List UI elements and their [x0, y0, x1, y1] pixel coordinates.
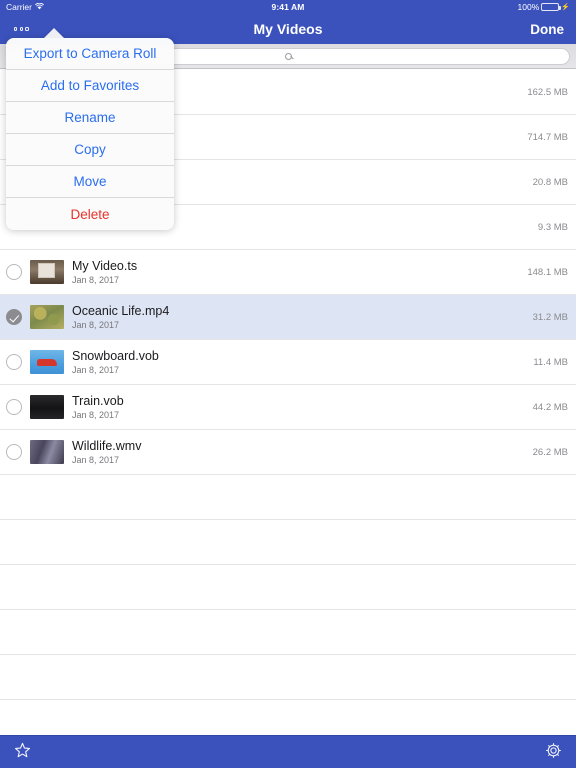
- file-size: 9.3 MB: [537, 221, 568, 233]
- empty-list-row: [0, 655, 576, 700]
- file-date: Jan 8, 2017: [72, 454, 120, 465]
- empty-list-row: [0, 475, 576, 520]
- file-size: 20.8 MB: [532, 176, 568, 188]
- empty-list-row: [0, 700, 576, 735]
- empty-list-row: [0, 610, 576, 655]
- file-size: 26.2 MB: [532, 446, 568, 458]
- more-dot-3: [25, 27, 29, 31]
- file-size: 162.5 MB: [527, 86, 568, 98]
- file-meta: Snowboard.vob Jan 8, 2017: [72, 349, 523, 376]
- file-date: Jan 8, 2017: [72, 364, 120, 375]
- file-date: Jan 8, 2017: [72, 274, 120, 285]
- popover-item-add-to-favorites[interactable]: Add to Favorites: [6, 70, 174, 102]
- file-name: Wildlife.wmv: [72, 438, 142, 453]
- done-button[interactable]: Done: [530, 22, 564, 37]
- star-icon[interactable]: [14, 742, 31, 762]
- table-row[interactable]: Wildlife.wmv Jan 8, 2017 26.2 MB: [0, 430, 576, 475]
- file-size: 148.1 MB: [527, 266, 568, 278]
- video-thumbnail: [30, 305, 64, 329]
- more-dot-1: [14, 27, 18, 31]
- row-checkbox[interactable]: [6, 399, 22, 415]
- file-meta: My Video.ts Jan 8, 2017: [72, 259, 517, 286]
- file-size: 44.2 MB: [532, 401, 568, 413]
- file-name: My Video.ts: [72, 258, 138, 273]
- row-checkbox-checked[interactable]: [6, 309, 22, 325]
- table-row[interactable]: My Video.ts Jan 8, 2017 148.1 MB: [0, 250, 576, 295]
- more-dot-2: [19, 27, 23, 31]
- file-date: Jan 8, 2017: [72, 409, 120, 420]
- bottom-toolbar: [0, 735, 576, 768]
- search-icon: [284, 52, 292, 60]
- file-meta: Wildlife.wmv Jan 8, 2017: [72, 439, 523, 466]
- file-size: 11.4 MB: [533, 356, 568, 368]
- table-row[interactable]: Oceanic Life.mp4 Jan 8, 2017 31.2 MB: [0, 295, 576, 340]
- video-thumbnail: [30, 395, 64, 419]
- status-bar-time: 9:41 AM: [271, 2, 305, 12]
- more-options-button[interactable]: [12, 23, 31, 34]
- gear-icon[interactable]: [545, 742, 562, 762]
- file-size: 31.2 MB: [532, 311, 568, 323]
- file-size: 714.7 MB: [527, 131, 568, 143]
- status-bar-right: 100% ⚡: [518, 2, 570, 12]
- row-checkbox[interactable]: [6, 264, 22, 280]
- file-date: Jan 8, 2017: [72, 319, 120, 330]
- charging-bolt-icon: ⚡: [561, 3, 570, 11]
- popover-item-copy[interactable]: Copy: [6, 134, 174, 166]
- file-meta: Oceanic Life.mp4 Jan 8, 2017: [72, 304, 523, 331]
- empty-list-row: [0, 565, 576, 610]
- file-name: Snowboard.vob: [72, 348, 159, 363]
- table-row[interactable]: Snowboard.vob Jan 8, 2017 11.4 MB: [0, 340, 576, 385]
- page-title: My Videos: [253, 21, 323, 37]
- popover-item-rename[interactable]: Rename: [6, 102, 174, 134]
- popover-item-delete[interactable]: Delete: [6, 198, 174, 230]
- status-bar: Carrier 9:41 AM 100% ⚡: [0, 0, 576, 14]
- file-name: Train.vob: [72, 393, 124, 408]
- file-meta: Train.vob Jan 8, 2017: [72, 394, 523, 421]
- empty-list-row: [0, 520, 576, 565]
- popover-arrow: [44, 28, 64, 38]
- action-popover-menu[interactable]: Export to Camera Roll Add to Favorites Ren…: [6, 38, 174, 230]
- battery-full-icon: [541, 3, 562, 11]
- popover-item-export-to-camera-roll[interactable]: Export to Camera Roll: [6, 38, 174, 70]
- battery-percent-label: 100%: [517, 2, 540, 12]
- video-thumbnail: [30, 440, 64, 464]
- table-row[interactable]: Train.vob Jan 8, 2017 44.2 MB: [0, 385, 576, 430]
- row-checkbox[interactable]: [6, 444, 22, 460]
- popover-item-move[interactable]: Move: [6, 166, 174, 198]
- video-thumbnail: [30, 260, 64, 284]
- file-name: Oceanic Life.mp4: [72, 303, 170, 318]
- video-thumbnail: [30, 350, 64, 374]
- row-checkbox[interactable]: [6, 354, 22, 370]
